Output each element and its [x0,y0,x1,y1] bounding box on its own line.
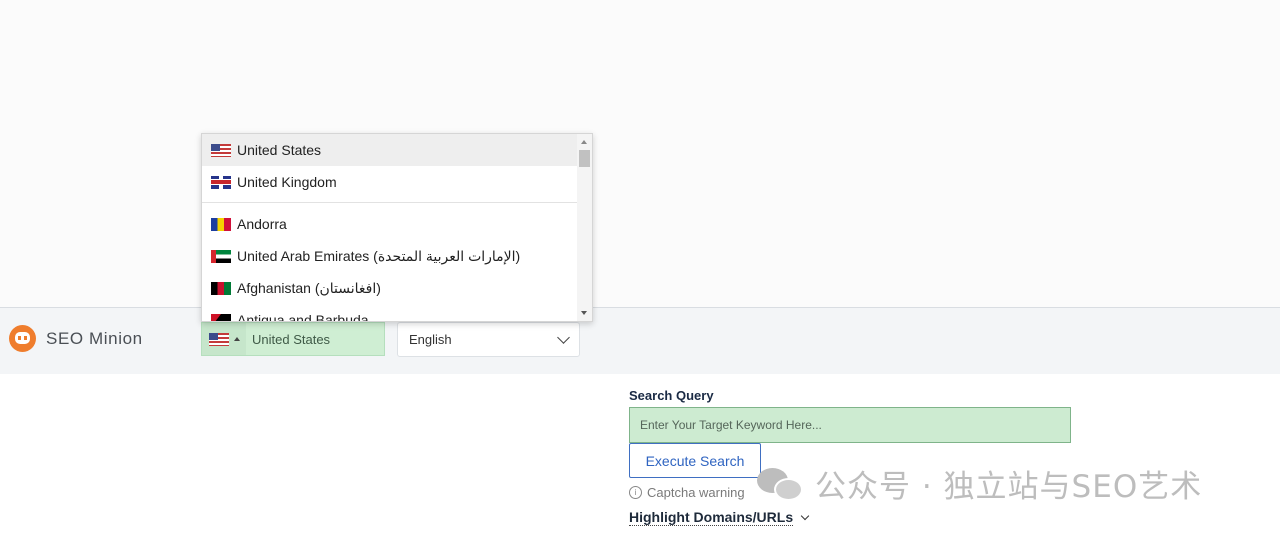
country-option-label: Andorra [237,216,287,232]
country-option-label: United States [237,142,322,158]
highlight-domains-toggle[interactable]: Highlight Domains/URLs [629,509,794,526]
ad-flag-icon [211,217,231,231]
info-icon: i [629,486,642,499]
af-flag-icon [211,281,231,295]
country-option-label: Antigua and Barbuda [237,312,369,322]
country-option-andorra[interactable]: Andorra [202,208,578,240]
caret-up-icon [233,337,240,341]
country-option-uae[interactable]: United Arab Emirates (الإمارات العربية ا… [202,240,578,272]
country-option-antigua[interactable]: Antigua and Barbuda [202,304,578,322]
country-option-label: Afghanistan (افغانستان) [237,279,381,296]
seo-minion-logo-icon [9,325,36,352]
search-query-input[interactable] [629,407,1071,443]
scroll-down-arrow-icon[interactable] [581,311,587,315]
country-option-afghanistan[interactable]: Afghanistan (افغانستان) [202,272,578,304]
country-option-united-kingdom[interactable]: United Kingdom [202,166,578,198]
watermark: 公众号 · 独立站与SEO艺术 [757,461,1202,506]
country-option-label: United Arab Emirates (الإمارات العربية ا… [237,247,521,264]
search-query-label: Search Query [629,388,714,403]
dropdown-divider [202,202,578,203]
country-select-value: United States [252,331,331,347]
country-flag-button[interactable] [202,323,246,355]
app-name: SEO Minion [46,328,143,348]
toolbar [0,307,1280,374]
country-option-united-states[interactable]: United States [202,134,578,166]
language-select[interactable]: English [397,322,580,357]
scrollbar-thumb[interactable] [579,150,590,167]
app-logo: SEO Minion [9,325,143,352]
country-dropdown: United States United Kingdom Andorra Uni… [201,133,593,322]
watermark-text: 公众号 · 独立站与SEO艺术 [815,469,1203,505]
page-background [0,0,1280,307]
chevron-down-icon [557,330,570,344]
execute-search-button[interactable]: Execute Search [629,443,761,478]
country-select[interactable]: United States [201,322,385,356]
ae-flag-icon [211,249,231,263]
dropdown-scrollbar[interactable] [577,134,592,321]
language-select-value: English [409,332,452,347]
wechat-icon [757,465,805,503]
chevron-down-icon[interactable] [800,511,810,521]
captcha-warning-text: Captcha warning [647,485,745,500]
captcha-warning: i Captcha warning [629,485,745,500]
ag-flag-icon [211,313,231,321]
gb-flag-icon [211,175,231,189]
country-option-label: United Kingdom [237,174,337,190]
us-flag-icon [211,143,231,157]
us-flag-icon [208,332,229,346]
scroll-up-arrow-icon[interactable] [581,140,587,144]
